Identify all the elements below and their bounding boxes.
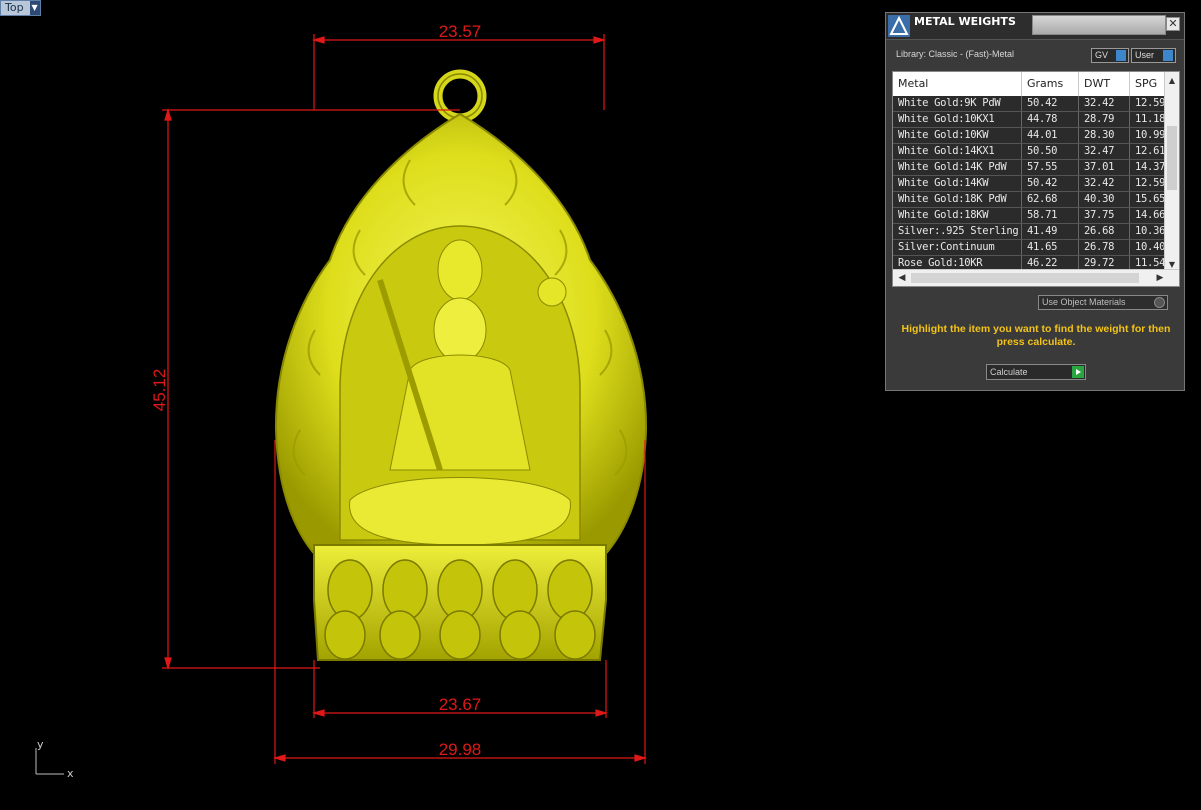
cell-dwt: 32.42 [1079,96,1130,111]
table-row[interactable]: White Gold:10KX1 44.78 28.79 11.18 [893,112,1165,128]
scroll-left-icon[interactable]: ◀ [895,270,909,286]
cell-grams: 41.49 [1022,224,1079,239]
cell-dwt: 40.30 [1079,192,1130,207]
column-header-dwt[interactable]: DWT [1079,72,1130,96]
cell-metal: White Gold:14KW [893,176,1022,191]
table-row[interactable]: White Gold:18K PdW 62.68 40.30 15.65 [893,192,1165,208]
cell-metal: Silver:Continuum [893,240,1022,255]
cell-metal: White Gold:18K PdW [893,192,1022,207]
cell-grams: 50.42 [1022,176,1079,191]
column-header-spg[interactable]: SPG [1130,72,1165,96]
cell-dwt: 32.47 [1079,144,1130,159]
pendant-model [274,69,648,661]
dimension-top-width: 23.57 [439,22,482,41]
scroll-right-icon[interactable]: ▶ [1153,270,1167,286]
dimension-height: 45.12 [150,369,169,412]
table-row[interactable]: White Gold:10KW 44.01 28.30 10.99 [893,128,1165,144]
table-row[interactable]: White Gold:18KW 58.71 37.75 14.66 [893,208,1165,224]
vertical-scroll-thumb[interactable] [1167,126,1177,190]
axis-y-label: y [37,738,44,751]
cell-dwt: 26.78 [1079,240,1130,255]
cell-dwt: 32.42 [1079,176,1130,191]
cell-metal: White Gold:9K PdW [893,96,1022,111]
close-icon[interactable]: ✕ [1166,17,1180,31]
cell-spg: 10.40 [1135,241,1165,253]
cell-grams: 41.65 [1022,240,1079,255]
table-row[interactable]: Silver:.925 Sterling 41.49 26.68 10.36 [893,224,1165,240]
panel-title-tab-area [1032,15,1166,35]
cell-dwt: 26.68 [1079,224,1130,239]
cell-dwt: 28.79 [1079,112,1130,127]
horizontal-scroll-thumb[interactable] [911,273,1139,283]
cell-spg: 10.99 [1135,129,1165,141]
cell-dwt: 28.30 [1079,128,1130,143]
metal-weights-panel: METAL WEIGHTS ✕ Library: Classic - (Fast… [885,12,1185,391]
panel-title-bar[interactable]: METAL WEIGHTS ✕ [886,13,1184,40]
dimension-base-width: 23.67 [439,695,482,714]
cell-spg: 15.65 [1135,193,1165,205]
user-toggle-label: User [1135,50,1155,60]
cell-grams: 44.78 [1022,112,1079,127]
metal-table: Metal Grams DWT SPG White Gold:9K PdW 50.… [892,71,1180,287]
cell-metal: Silver:.925 Sterling [893,224,1022,239]
user-toggle[interactable]: User [1131,48,1176,63]
cell-spg: 12.59 [1135,97,1165,109]
cell-grams: 57.55 [1022,160,1079,175]
cell-spg: 10.36 [1135,225,1165,237]
vertical-scrollbar[interactable]: ▲ ▼ [1164,72,1179,272]
gv-toggle-label: GV [1095,50,1109,60]
column-header-metal[interactable]: Metal [893,72,1022,96]
cell-metal: White Gold:10KW [893,128,1022,143]
cell-grams: 50.50 [1022,144,1079,159]
calculate-button[interactable]: Calculate [986,364,1086,380]
cell-grams: 58.71 [1022,208,1079,223]
panel-title: METAL WEIGHTS [914,15,1016,28]
gv-toggle-switch[interactable] [1116,50,1126,61]
table-row[interactable]: Silver:Continuum 41.65 26.78 10.40 [893,240,1165,256]
cell-metal: White Gold:14KX1 [893,144,1022,159]
calculate-label: Calculate [990,367,1028,377]
user-toggle-switch[interactable] [1163,50,1173,61]
cell-grams: 62.68 [1022,192,1079,207]
instruction-text: Highlight the item you want to find the … [901,323,1171,348]
cell-spg: 12.59 [1135,177,1165,189]
cell-metal: White Gold:18KW [893,208,1022,223]
cell-metal: White Gold:14K PdW [893,160,1022,175]
horizontal-scrollbar[interactable]: ◀ ▶ [893,269,1179,286]
dimension-overall-width: 29.98 [439,740,482,759]
library-label: Library: Classic - (Fast)-Metal [896,49,1015,59]
play-icon[interactable] [1072,366,1084,378]
cell-grams: 44.01 [1022,128,1079,143]
cell-metal: White Gold:10KX1 [893,112,1022,127]
cell-spg: 14.37 [1135,161,1165,173]
cell-spg: 14.66 [1135,209,1165,221]
scroll-up-icon[interactable]: ▲ [1165,74,1179,88]
table-row[interactable]: White Gold:14KX1 50.50 32.47 12.61 [893,144,1165,160]
app-logo-icon [888,15,910,37]
radio-icon[interactable] [1154,297,1165,308]
gv-toggle[interactable]: GV [1091,48,1129,63]
cell-spg: 11.18 [1135,113,1165,125]
cell-spg: 12.61 [1135,145,1165,157]
table-header: Metal Grams DWT SPG [893,72,1165,97]
axis-indicator: y x [35,738,74,780]
table-body: White Gold:9K PdW 50.42 32.42 12.59 White Go… [893,96,1165,272]
cell-dwt: 37.75 [1079,208,1130,223]
cell-grams: 50.42 [1022,96,1079,111]
use-object-materials-label: Use Object Materials [1042,297,1126,307]
table-row[interactable]: White Gold:14K PdW 57.55 37.01 14.37 [893,160,1165,176]
table-row[interactable]: White Gold:14KW 50.42 32.42 12.59 [893,176,1165,192]
use-object-materials-toggle[interactable]: Use Object Materials [1038,295,1168,310]
cell-dwt: 37.01 [1079,160,1130,175]
column-header-grams[interactable]: Grams [1022,72,1079,96]
table-row[interactable]: White Gold:9K PdW 50.42 32.42 12.59 [893,96,1165,112]
axis-x-label: x [67,767,74,780]
